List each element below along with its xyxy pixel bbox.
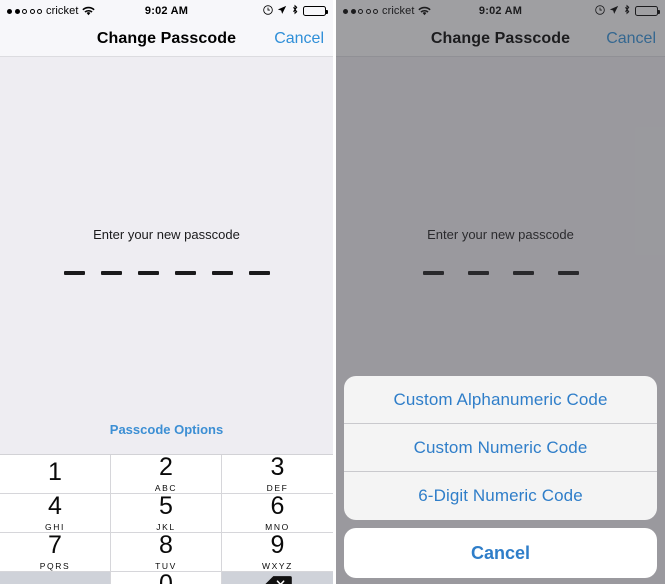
keypad-key-number: 9 (270, 531, 285, 559)
keypad-key-6[interactable]: 6 MNO (222, 494, 333, 533)
screenshot-root: cricket 9:02 AM Change Passcode Cancel E… (0, 0, 665, 584)
passcode-dash-field (336, 271, 665, 275)
page-title: Change Passcode (430, 30, 571, 47)
nav-cancel-button[interactable]: Cancel (606, 30, 656, 48)
bluetooth-icon (623, 4, 631, 18)
keypad-key-letters: WXYZ (262, 561, 293, 571)
keypad-key-8[interactable]: 8 TUV (111, 533, 222, 572)
passcode-dash-field (0, 271, 333, 275)
keypad-key-number: 4 (48, 492, 62, 520)
keypad-key-blank (0, 572, 111, 584)
left-passcode-content: Enter your new passcode Passcode Options… (0, 57, 333, 584)
keypad-key-9[interactable]: 9 WXYZ (222, 533, 333, 572)
battery-icon (303, 6, 328, 16)
location-arrow-icon (277, 5, 287, 18)
keypad-key-number: 5 (159, 492, 173, 520)
passcode-dash (248, 271, 270, 275)
alarm-clock-icon (263, 4, 273, 18)
keypad-key-delete[interactable] (222, 572, 333, 584)
action-sheet-options-group: Custom Alphanumeric Code Custom Numeric … (344, 376, 657, 520)
passcode-options-action-sheet: Custom Alphanumeric Code Custom Numeric … (344, 376, 657, 578)
keypad-key-3[interactable]: 3 DEF (222, 455, 333, 494)
status-bar: cricket 9:02 AM (336, 0, 665, 22)
status-bar: cricket 9:02 AM (0, 0, 333, 22)
passcode-dash (422, 271, 444, 275)
alarm-clock-icon (595, 4, 605, 18)
action-sheet-option-custom-numeric-code[interactable]: Custom Numeric Code (344, 424, 657, 472)
status-bar-right (595, 4, 660, 18)
passcode-dash (512, 271, 534, 275)
keypad-key-number: 3 (270, 453, 285, 481)
passcode-dash (557, 271, 579, 275)
keypad-key-number: 1 (48, 458, 62, 486)
keypad-key-letters: PQRS (39, 561, 71, 571)
passcode-dash (137, 271, 159, 275)
bluetooth-icon (291, 4, 299, 18)
page-title: Change Passcode (96, 30, 237, 47)
keypad-key-5[interactable]: 5 JKL (111, 494, 222, 533)
passcode-prompt: Enter your new passcode (93, 227, 240, 242)
keypad-key-2[interactable]: 2 ABC (111, 455, 222, 494)
keypad-key-4[interactable]: 4 GHI (0, 494, 111, 533)
keypad-key-number: 7 (48, 531, 62, 559)
status-bar-right (263, 4, 328, 18)
action-sheet-cancel-button[interactable]: Cancel (344, 528, 657, 578)
passcode-dash (63, 271, 85, 275)
keypad-key-number: 2 (159, 453, 173, 481)
navigation-bar: Change Passcode Cancel (0, 22, 333, 57)
nav-cancel-button[interactable]: Cancel (274, 30, 324, 48)
keypad-key-number: 6 (270, 492, 285, 520)
location-arrow-icon (609, 5, 619, 18)
keypad-key-1[interactable]: 1 (0, 455, 111, 494)
passcode-dash (467, 271, 489, 275)
passcode-options-link[interactable]: Passcode Options (0, 422, 333, 437)
right-passcode-content: Enter your new passcode Custom Alphanume… (336, 57, 665, 584)
passcode-prompt: Enter your new passcode (427, 227, 574, 242)
passcode-dash (211, 271, 233, 275)
passcode-dash (174, 271, 196, 275)
right-phone-screen: cricket 9:02 AM Change Passcode Cancel E… (336, 0, 665, 584)
backspace-delete-icon (264, 575, 292, 584)
numeric-keypad: 1 2 ABC 3 DEF 4 GHI 5 JKL 6 MNO 7 PQRS 8… (0, 454, 333, 584)
keypad-key-7[interactable]: 7 PQRS (0, 533, 111, 572)
left-phone-screen: cricket 9:02 AM Change Passcode Cancel E… (0, 0, 333, 584)
action-sheet-option-custom-alphanumeric-code[interactable]: Custom Alphanumeric Code (344, 376, 657, 424)
keypad-key-number: 8 (159, 531, 173, 559)
passcode-dash (100, 271, 122, 275)
keypad-key-0[interactable]: 0 (111, 572, 222, 584)
navigation-bar: Change Passcode Cancel (336, 22, 665, 57)
action-sheet-option-6-digit-numeric-code[interactable]: 6-Digit Numeric Code (344, 472, 657, 520)
keypad-key-number: 0 (159, 570, 173, 584)
battery-icon (635, 6, 660, 16)
